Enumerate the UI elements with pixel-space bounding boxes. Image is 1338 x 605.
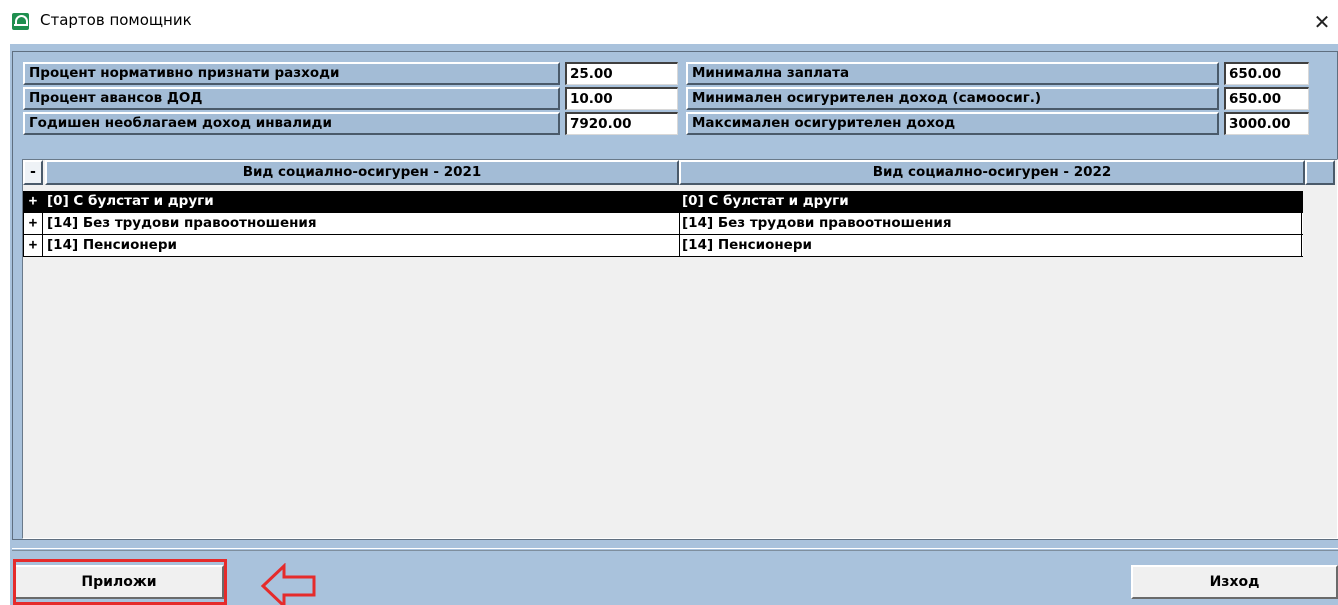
row-expand-button[interactable]: + [23,235,43,256]
param-label-max-insurance-income: Максимален осигурителен доход [686,112,1219,135]
cell-type-2022: [14] Без трудови правоотношения [679,213,1302,234]
column-header-filler [1305,160,1335,185]
column-header-2021[interactable]: Вид социално-осигурен - 2021 [45,160,679,185]
column-header-2022[interactable]: Вид социално-осигурен - 2022 [679,160,1305,185]
title-bar: Стартов помощник ✕ [0,0,1338,44]
param-value-expense-percent[interactable]: 25.00 [565,62,678,85]
row-expand-button[interactable]: + [23,191,43,212]
cell-type-2021: [14] Без трудови правоотношения [47,215,317,231]
client-area: Процент нормативно признати разходи 25.0… [10,44,1338,605]
cell-type-2022: [14] Пенсионери [679,235,1302,256]
param-label-min-insurance-income: Минимален осигурителен доход (самоосиг.) [686,87,1219,110]
apply-button[interactable]: Приложи [14,565,224,599]
footer-separator [12,548,1338,551]
param-value-max-insurance-income[interactable]: 3000.00 [1224,112,1309,135]
app-logo-icon [12,13,29,30]
param-value-advance-tax-percent[interactable]: 10.00 [565,87,678,110]
table-row[interactable]: + [14] Пенсионери [14] Пенсионери [23,235,1303,257]
insured-type-grid[interactable]: - Вид социално-осигурен - 2021 Вид социа… [22,159,1338,539]
cell-type-2022: [0] С булстат и други [679,191,1302,212]
table-row[interactable]: + [0] С булстат и други [0] С булстат и … [23,191,1303,213]
cell-type-2021: [14] Пенсионери [47,237,177,253]
param-value-minimum-wage[interactable]: 650.00 [1224,62,1309,85]
row-expand-button[interactable]: + [23,213,43,234]
param-label-minimum-wage: Минимална заплата [686,62,1219,85]
collapse-all-button[interactable]: - [23,160,43,185]
param-value-disability-income[interactable]: 7920.00 [565,112,678,135]
exit-button[interactable]: Изход [1131,565,1338,599]
table-row[interactable]: + [14] Без трудови правоотношения [14] Б… [23,213,1303,235]
window-title: Стартов помощник [40,11,192,29]
param-value-min-insurance-income[interactable]: 650.00 [1224,87,1309,110]
param-label-advance-tax-percent: Процент авансов ДОД [23,87,560,110]
cell-type-2021: [0] С булстат и други [47,193,214,209]
starter-wizard-window: Стартов помощник ✕ Процент нормативно пр… [0,0,1338,605]
param-label-disability-income: Годишен необлагаем доход инвалиди [23,112,560,135]
close-icon[interactable]: ✕ [1310,10,1334,34]
param-label-expense-percent: Процент нормативно признати разходи [23,62,560,85]
left-arrow-icon [260,563,316,605]
